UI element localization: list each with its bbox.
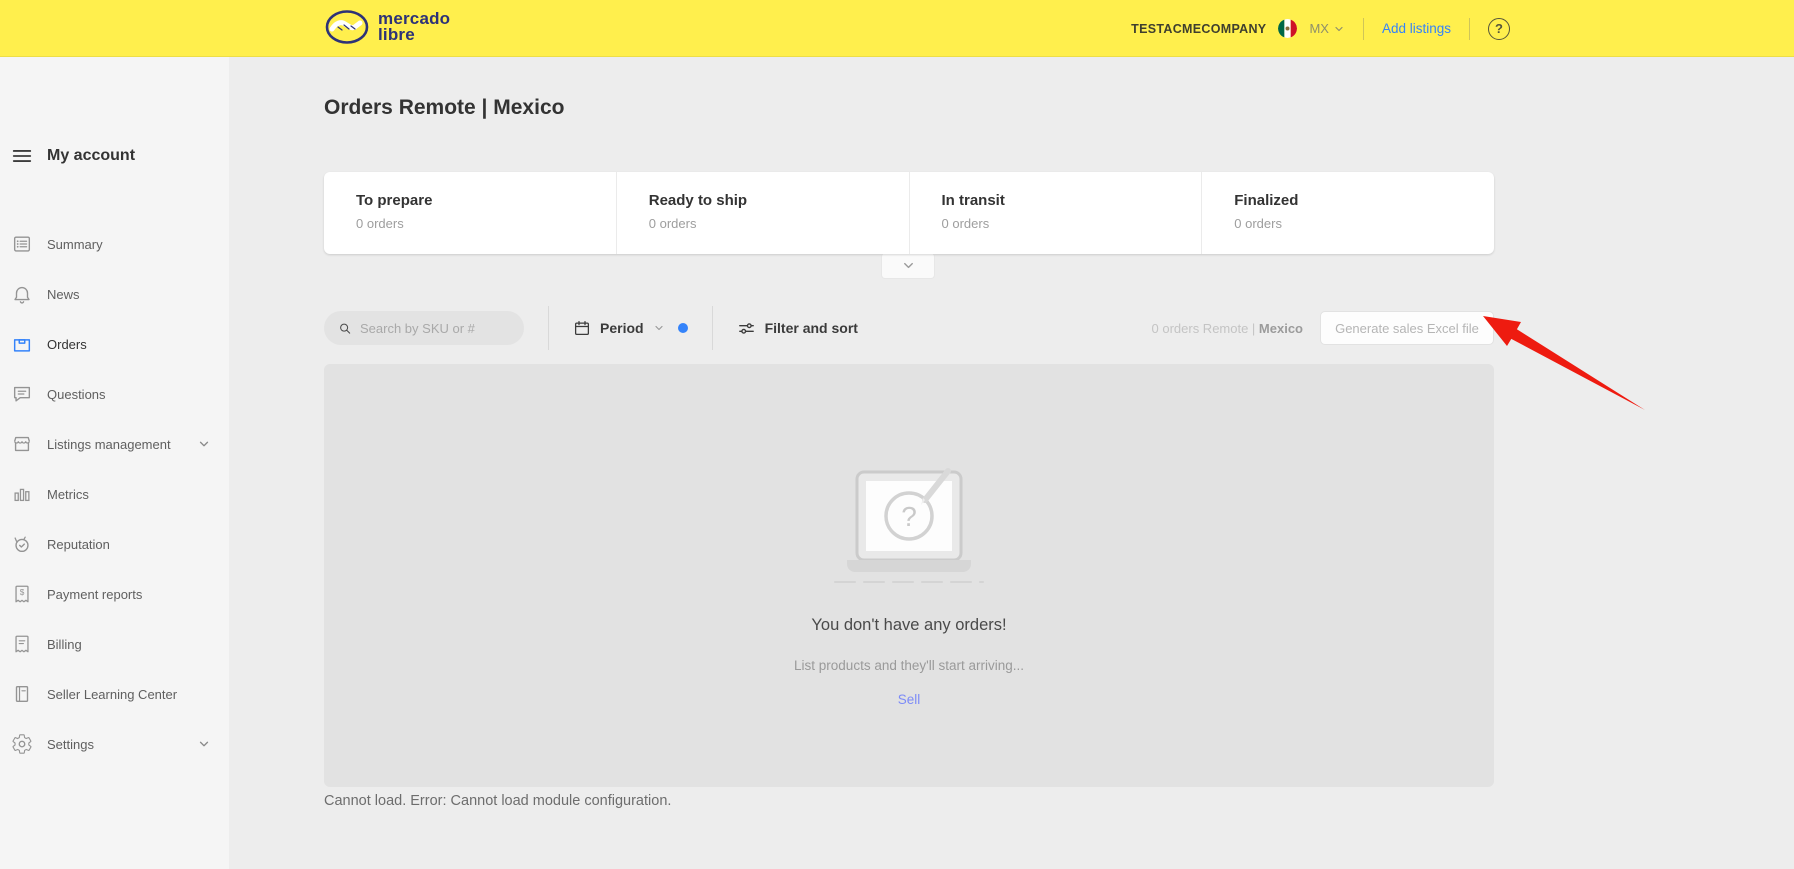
- help-icon[interactable]: ?: [1488, 18, 1510, 40]
- sidebar-menu-toggle[interactable]: My account: [0, 145, 229, 167]
- empty-state-title: You don't have any orders!: [324, 616, 1494, 635]
- generate-sales-excel-button[interactable]: Generate sales Excel file: [1320, 311, 1494, 345]
- filter-sliders-icon: [737, 319, 756, 338]
- orders-count-summary: 0 orders Remote | Mexico: [1152, 321, 1304, 336]
- sidebar-item-orders[interactable]: Orders: [0, 319, 229, 369]
- metrics-bars-icon: [11, 483, 33, 505]
- mexico-flag-icon[interactable]: [1278, 19, 1297, 38]
- sidebar-item-payment-reports[interactable]: $ Payment reports: [0, 569, 229, 619]
- sidebar-item-questions[interactable]: Questions: [0, 369, 229, 419]
- sidebar-item-reputation[interactable]: Reputation: [0, 519, 229, 569]
- page-title: Orders Remote | Mexico: [324, 96, 564, 120]
- search-input[interactable]: [360, 321, 510, 336]
- sidebar: My account Summary News: [0, 57, 229, 869]
- status-card-ready-to-ship[interactable]: Ready to ship 0 orders: [616, 172, 909, 254]
- sidebar-item-news[interactable]: News: [0, 269, 229, 319]
- mercado-libre-logo[interactable]: mercado libre: [324, 7, 450, 47]
- toolbar-divider: [712, 306, 713, 350]
- reputation-medal-icon: [11, 533, 33, 555]
- expand-cards-button[interactable]: [881, 253, 935, 279]
- empty-orders-panel: ? You don't have any orders! List produc…: [324, 364, 1494, 787]
- svg-text:?: ?: [901, 501, 917, 532]
- filter-and-sort-button[interactable]: Filter and sort: [737, 319, 858, 338]
- chevron-down-icon[interactable]: [197, 737, 211, 751]
- chevron-down-icon: [1333, 23, 1345, 35]
- country-code: MX: [1309, 21, 1329, 36]
- hamburger-menu-icon: [11, 145, 33, 167]
- listings-store-icon: [11, 433, 33, 455]
- search-box[interactable]: [324, 311, 524, 345]
- country-selector[interactable]: MX: [1309, 21, 1345, 36]
- sell-link[interactable]: Sell: [324, 692, 1494, 707]
- sidebar-nav: Summary News Orders: [0, 219, 229, 769]
- sidebar-item-settings[interactable]: Settings: [0, 719, 229, 769]
- chevron-down-icon: [901, 258, 916, 273]
- logo-wordmark: mercado libre: [378, 11, 450, 43]
- mercado-libre-seller-screen: mercado libre TESTACMECOMPANY MX: [0, 0, 1794, 869]
- order-status-cards-panel: To prepare 0 orders Ready to ship 0 orde…: [324, 172, 1494, 254]
- add-listings-link[interactable]: Add listings: [1382, 21, 1451, 36]
- orders-count-text: 0 orders Remote |: [1152, 321, 1259, 336]
- svg-text:$: $: [20, 588, 25, 597]
- search-icon: [338, 320, 352, 337]
- header-divider: [1469, 18, 1470, 40]
- status-card-to-prepare[interactable]: To prepare 0 orders: [324, 172, 616, 254]
- sidebar-title: My account: [47, 147, 135, 165]
- top-header: mercado libre TESTACMECOMPANY MX: [0, 0, 1794, 57]
- orders-toolbar: Period Filter and sort 0 orders Remote |…: [324, 306, 1494, 350]
- toolbar-right-group: 0 orders Remote | Mexico Generate sales …: [1152, 311, 1495, 345]
- header-divider: [1363, 18, 1364, 40]
- settings-gear-icon: [11, 733, 33, 755]
- orders-box-icon: [11, 333, 33, 355]
- status-card-in-transit[interactable]: In transit 0 orders: [909, 172, 1202, 254]
- header-right-group: TESTACMECOMPANY MX: [1131, 0, 1510, 57]
- sidebar-item-summary[interactable]: Summary: [0, 219, 229, 269]
- sidebar-item-billing[interactable]: Billing: [0, 619, 229, 669]
- sidebar-item-listings-management[interactable]: Listings management: [0, 419, 229, 469]
- laptop-question-illustration: ?: [829, 464, 989, 594]
- toolbar-divider: [548, 306, 549, 350]
- billing-receipt-icon: [11, 633, 33, 655]
- period-filter-button[interactable]: Period: [573, 319, 688, 337]
- questions-bubble-icon: [11, 383, 33, 405]
- handshake-logo-icon: [324, 7, 370, 47]
- learning-book-icon: [11, 683, 33, 705]
- calendar-icon: [573, 319, 591, 337]
- period-active-indicator-dot: [678, 323, 688, 333]
- chevron-down-icon: [653, 322, 665, 334]
- account-name[interactable]: TESTACMECOMPANY: [1131, 22, 1266, 36]
- news-bell-icon: [11, 283, 33, 305]
- empty-state-subtitle: List products and they'll start arriving…: [324, 658, 1494, 673]
- payment-receipt-icon: $: [11, 583, 33, 605]
- orders-count-region: Mexico: [1259, 321, 1303, 336]
- module-error-message: Cannot load. Error: Cannot load module c…: [324, 793, 671, 809]
- status-card-finalized[interactable]: Finalized 0 orders: [1201, 172, 1494, 254]
- summary-icon: [11, 233, 33, 255]
- sidebar-item-seller-learning-center[interactable]: Seller Learning Center: [0, 669, 229, 719]
- chevron-down-icon[interactable]: [197, 437, 211, 451]
- sidebar-item-metrics[interactable]: Metrics: [0, 469, 229, 519]
